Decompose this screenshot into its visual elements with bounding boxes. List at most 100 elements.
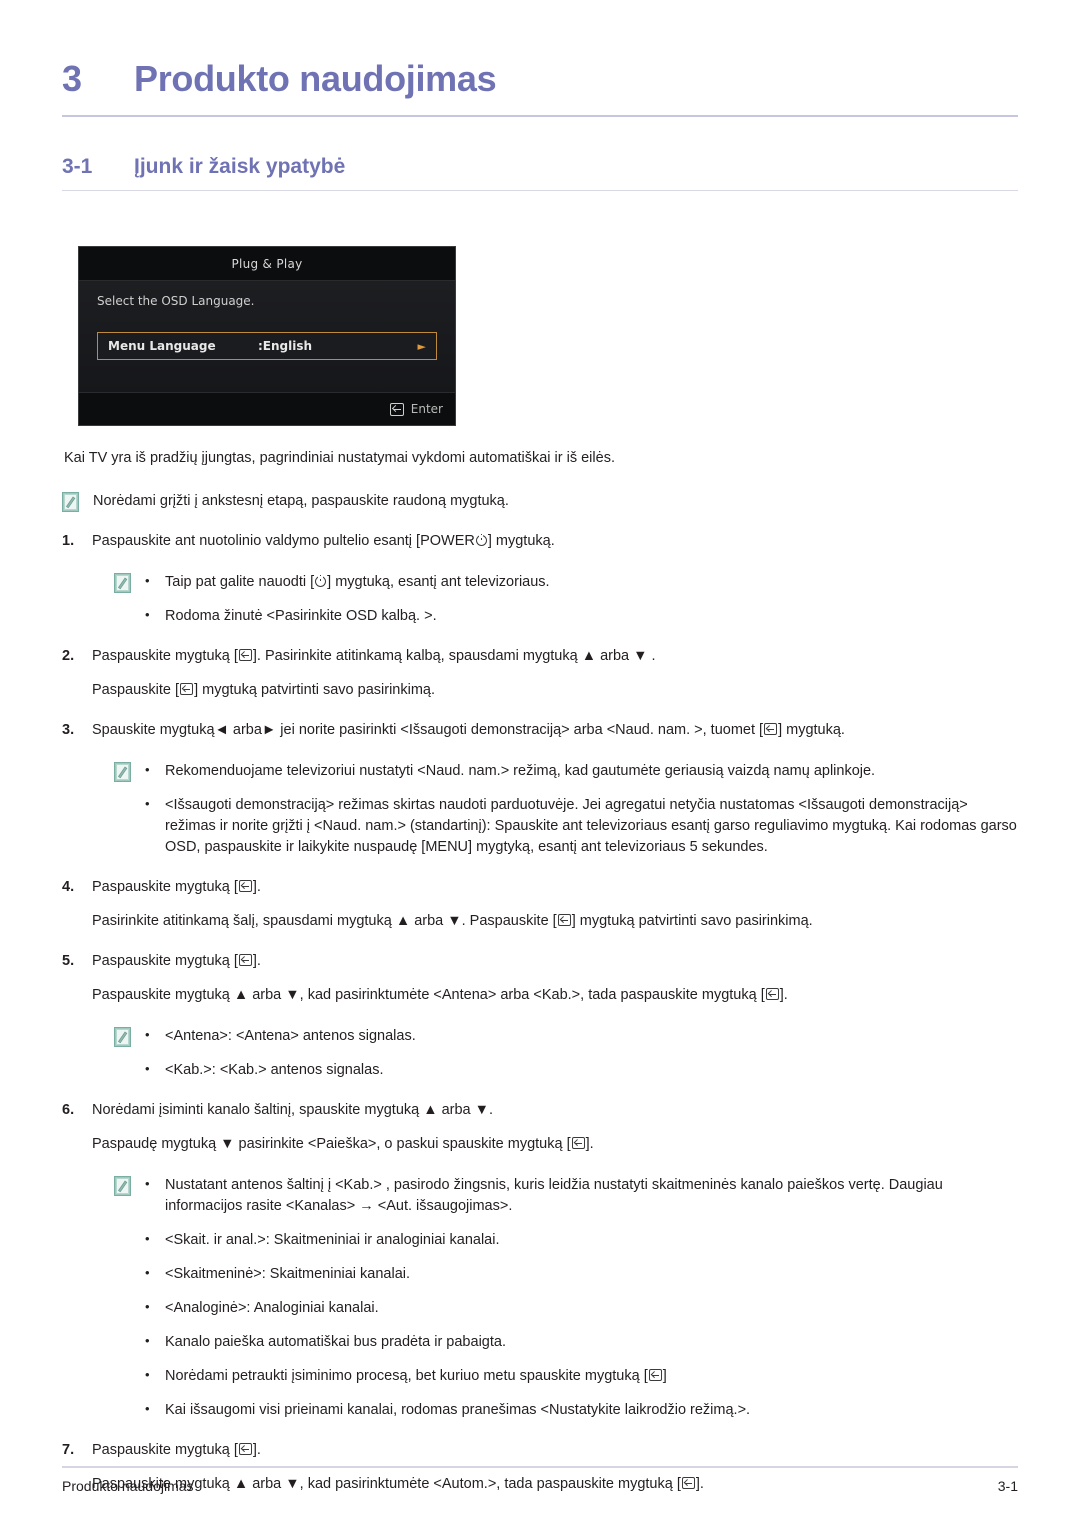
osd-menu-language-value: :English [258, 339, 313, 353]
step-line: Norėdami įsiminti kanalo šaltinį, spausk… [92, 1102, 494, 1119]
enter-icon [238, 1443, 252, 1456]
osd-footer: Enter [79, 392, 455, 425]
note-bullets: • Rekomenduojame televizoriui nustatyti … [145, 761, 1018, 858]
step-number: 3. [62, 722, 75, 739]
note-icon [114, 573, 131, 594]
bullet-icon: • [145, 1333, 150, 1349]
osd-body: Select the OSD Language. Menu Language :… [79, 281, 455, 393]
list-item: • <Skaitmeninė>: Skaitmeniniai kanalai. [145, 1264, 1018, 1285]
note-text: <Skait. ir anal.>: Skaitmeniniai ir anal… [165, 1232, 500, 1249]
step-line: Paspauskite mygtuką ▲ arba ▼, kad pasiri… [92, 987, 788, 1004]
bullet-icon: • [145, 1176, 150, 1192]
step-number: 2. [62, 648, 75, 665]
enter-icon [238, 954, 252, 967]
bullet-icon: • [145, 1061, 150, 1077]
steps-list: 1. Paspauskite ant nuotolinio valdymo pu… [62, 531, 1018, 1495]
enter-icon [180, 683, 194, 696]
note-text: Kanalo paieška automatiškai bus pradėta … [165, 1334, 506, 1351]
step-number: 5. [62, 953, 75, 970]
intro-note-text: Norėdami grįžti į ankstesnį etapą, paspa… [93, 493, 509, 510]
step-item: 3. Spauskite mygtuką◄ arba► jei norite p… [62, 720, 1018, 858]
note-icon [114, 1176, 131, 1197]
section-divider [62, 190, 1018, 191]
power-icon [475, 534, 487, 547]
step-body: Paspauskite ant nuotolinio valdymo pulte… [92, 531, 1018, 627]
intro-paragraph: Kai TV yra iš pradžių įjungtas, pagrindi… [64, 450, 615, 466]
enter-icon [557, 914, 571, 927]
note-text: <Skaitmeninė>: Skaitmeniniai kanalai. [165, 1266, 411, 1283]
osd-title: Plug & Play [79, 247, 455, 281]
footer-left-label: Produkto naudojimas [62, 1478, 194, 1494]
step-line: Spauskite mygtuką◄ arba► jei norite pasi… [92, 722, 845, 739]
osd-footer-label: Enter [410, 402, 443, 416]
step-line: Paspauskite mygtuką []. Pasirinkite atit… [92, 648, 656, 665]
chevron-right-icon: ► [417, 339, 426, 353]
list-item: • Kanalo paieška automatiškai bus pradėt… [145, 1332, 1018, 1353]
bullet-icon: • [145, 1027, 150, 1043]
step-body: Paspauskite mygtuką []. Pasirinkite atit… [92, 877, 1018, 932]
note-text: Rodoma žinutė <Pasirinkite OSD kalbą. >. [165, 608, 437, 625]
step-item: 4. Paspauskite mygtuką []. Pasirinkite a… [62, 877, 1018, 932]
enter-icon [571, 1137, 585, 1150]
step-note-group: • <Antena>: <Antena> antenos signalas. •… [92, 1026, 1018, 1081]
chapter-heading: 3 Produkto naudojimas [62, 0, 1018, 100]
note-icon [114, 1027, 131, 1048]
osd-figure-wrapper: Plug & Play Select the OSD Language. Men… [62, 246, 1018, 426]
note-text: Rekomenduojame televizoriui nustatyti <N… [165, 763, 876, 780]
step-line: Paspaudę mygtuką ▼ pasirinkite <Paieška>… [92, 1136, 594, 1153]
step-body: Spauskite mygtuką◄ arba► jei norite pasi… [92, 720, 1018, 858]
section-heading: 3-1 Įjunk ir žaisk ypatybė [62, 155, 1018, 179]
list-item: • Kai išsaugomi visi prieinami kanalai, … [145, 1400, 1018, 1421]
bullet-icon: • [145, 1367, 150, 1383]
enter-icon [648, 1369, 662, 1382]
bullet-icon: • [145, 1265, 150, 1281]
bullet-icon: • [145, 573, 150, 589]
step-item: 6. Norėdami įsiminti kanalo šaltinį, spa… [62, 1100, 1018, 1421]
step-note-group: • Taip pat galite nauodti [] mygtuką, es… [92, 572, 1018, 627]
bullet-icon: • [145, 1299, 150, 1315]
list-item: • <Kab.>: <Kab.> antenos signalas. [145, 1060, 1018, 1081]
page-footer: Produkto naudojimas 3-1 [62, 1478, 1018, 1494]
instructions-body: Kai TV yra iš pradžių įjungtas, pagrindi… [62, 448, 1018, 1495]
step-line: Pasirinkite atitinkamą šalį, spausdami m… [92, 913, 813, 930]
list-item: • Rekomenduojame televizoriui nustatyti … [145, 761, 1018, 782]
note-text: <Kab.>: <Kab.> antenos signalas. [165, 1062, 384, 1079]
list-item: • Taip pat galite nauodti [] mygtuką, es… [145, 572, 1018, 593]
step-body: Norėdami įsiminti kanalo šaltinį, spausk… [92, 1100, 1018, 1421]
osd-menu-language-row[interactable]: Menu Language :English ► [97, 332, 437, 360]
note-bullets: • Taip pat galite nauodti [] mygtuką, es… [145, 572, 1018, 627]
list-item: • <Skait. ir anal.>: Skaitmeniniai ir an… [145, 1230, 1018, 1251]
step-line: Paspauskite mygtuką []. [92, 879, 261, 896]
step-body: Paspauskite mygtuką []. Pasirinkite atit… [92, 646, 1018, 701]
step-item: 1. Paspauskite ant nuotolinio valdymo pu… [62, 531, 1018, 627]
step-number: 6. [62, 1102, 75, 1119]
note-icon [114, 762, 131, 783]
note-icon [62, 492, 79, 513]
list-item: • Nustatant antenos šaltinį į <Kab.> , p… [145, 1175, 1018, 1217]
step-note-group: • Rekomenduojame televizoriui nustatyti … [92, 761, 1018, 858]
note-text: Kai išsaugomi visi prieinami kanalai, ro… [165, 1402, 751, 1419]
list-item: • <Analoginė>: Analoginiai kanalai. [145, 1298, 1018, 1319]
list-item: • Norėdami petraukti įsiminimo procesą, … [145, 1366, 1018, 1387]
step-line: Paspauskite mygtuką []. [92, 1442, 261, 1459]
enter-icon [765, 988, 779, 1001]
enter-icon [389, 402, 404, 416]
note-text: <Analoginė>: Analoginiai kanalai. [165, 1300, 379, 1317]
note-bullets: • <Antena>: <Antena> antenos signalas. •… [145, 1026, 1018, 1081]
section-number: 3-1 [62, 155, 93, 178]
document-page: 3 Produkto naudojimas 3-1 Įjunk ir žaisk… [0, 0, 1080, 1527]
note-text: <Antena>: <Antena> antenos signalas. [165, 1028, 416, 1045]
osd-screenshot: Plug & Play Select the OSD Language. Men… [78, 246, 456, 426]
bullet-icon: • [145, 762, 150, 778]
enter-icon [238, 880, 252, 893]
chapter-number: 3 [62, 58, 82, 99]
chapter-divider [62, 115, 1018, 117]
note-bullets: • Nustatant antenos šaltinį į <Kab.> , p… [145, 1175, 1018, 1421]
footer-page-number: 3-1 [997, 1478, 1018, 1494]
list-item: • Rodoma žinutė <Pasirinkite OSD kalbą. … [145, 606, 1018, 627]
osd-prompt: Select the OSD Language. [97, 294, 255, 308]
enter-icon [764, 723, 778, 736]
bullet-icon: • [145, 1231, 150, 1247]
enter-icon [238, 649, 252, 662]
note-text: <Išsaugoti demonstraciją> režimas skirta… [165, 797, 1017, 856]
